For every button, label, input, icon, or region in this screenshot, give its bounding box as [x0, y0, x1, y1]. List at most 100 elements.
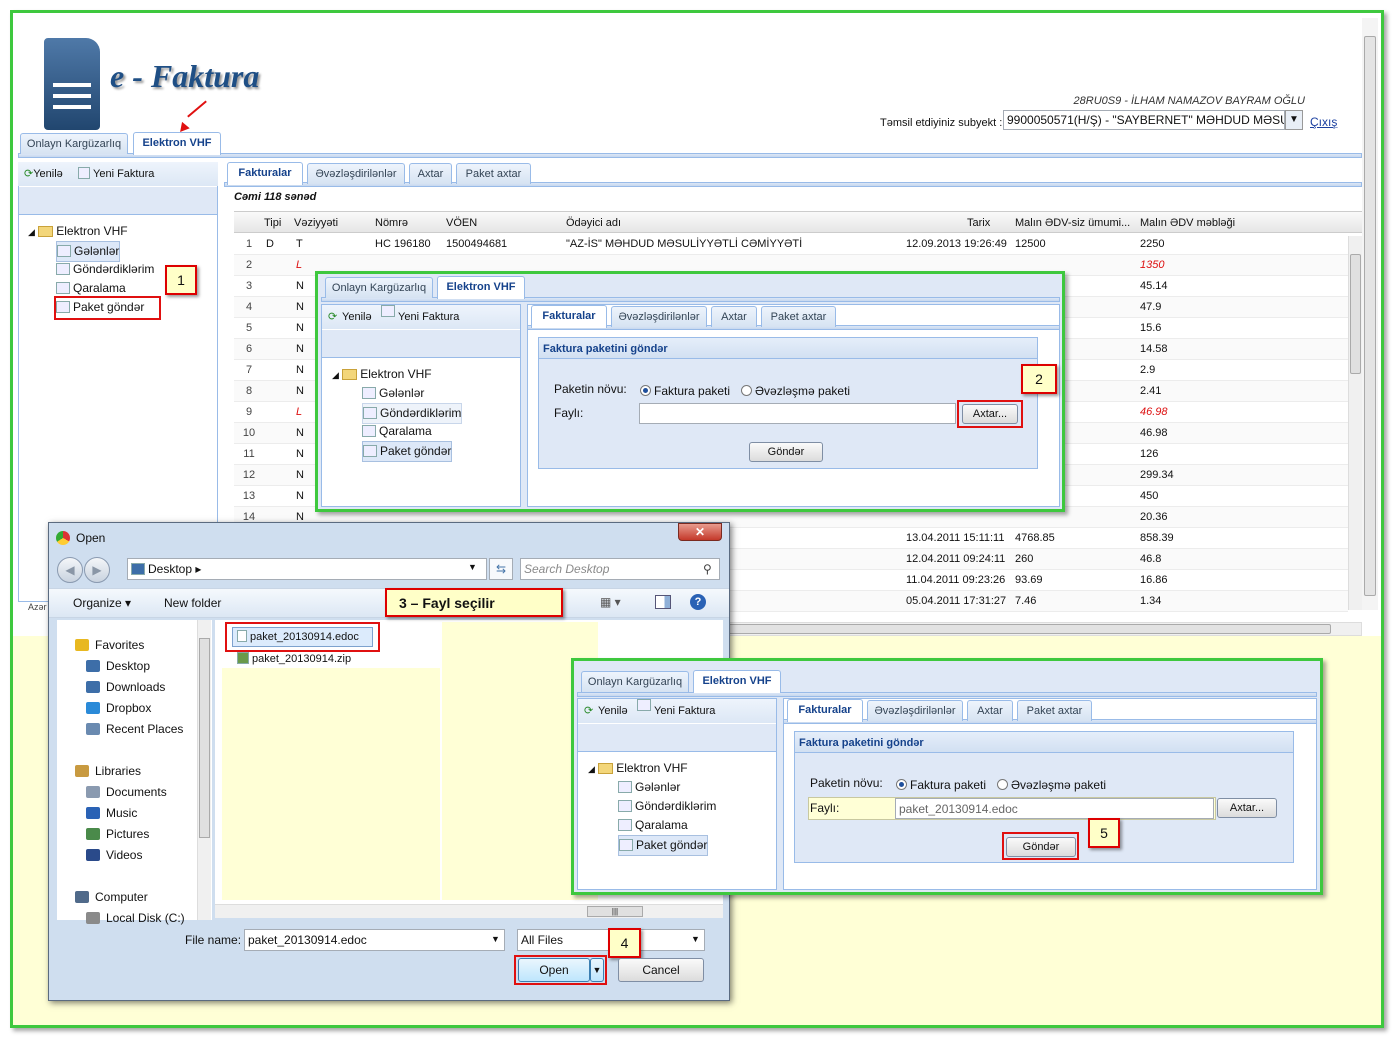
cell-vat: 46.98 — [1140, 406, 1168, 418]
col-odeyici[interactable]: Ödəyici adı — [566, 212, 621, 234]
col-voen[interactable]: VÖEN — [446, 212, 477, 234]
nav-item-music[interactable]: Music — [86, 806, 137, 820]
refresh-label: Yenilə — [33, 168, 63, 180]
forward-button[interactable]: ▶ — [84, 557, 110, 583]
tab-fakturalar[interactable]: Fakturalar — [227, 162, 303, 185]
nav-item-icon — [86, 723, 100, 735]
cell-v: N — [296, 280, 304, 292]
tab-axtar[interactable]: Axtar — [409, 163, 452, 184]
nav-item-icon — [75, 765, 89, 777]
s2-new-invoice: Yeni Faktura — [398, 311, 460, 323]
address-bar[interactable]: Desktop ▸ — [127, 558, 487, 580]
search-input[interactable]: Search Desktop — [520, 558, 720, 580]
cell-n: 7 — [245, 364, 253, 376]
cell-vat: 45.14 — [1140, 280, 1168, 292]
col-tarix[interactable]: Tarix — [967, 212, 990, 234]
s5-sent-icon — [618, 800, 632, 812]
file-hscrollbar[interactable]: ||| — [215, 904, 723, 918]
nav-item-pictures[interactable]: Pictures — [86, 827, 149, 841]
tab-paket-axtar[interactable]: Paket axtar — [456, 163, 531, 184]
cell-sum: 12500 — [1015, 238, 1046, 250]
nav-item-desktop[interactable]: Desktop — [86, 659, 150, 673]
status-fragment: Azər — [28, 602, 47, 612]
address-dropdown-icon[interactable]: ▼ — [468, 562, 477, 572]
refresh-button[interactable]: ⟳Yenilə — [24, 167, 63, 180]
sent-icon — [56, 263, 70, 275]
s2-radio-faktura: Faktura paketi — [640, 384, 730, 398]
s2-radio-evez: Əvəzləşmə paketi — [741, 384, 850, 398]
callout-1: 1 — [165, 265, 197, 295]
nav-item-favorites[interactable]: Favorites — [75, 638, 144, 652]
cell-n: 11 — [243, 448, 255, 460]
s5-new-icon — [637, 699, 651, 711]
nav-item-label: Documents — [106, 785, 167, 799]
cell-vat: 20.36 — [1140, 511, 1168, 523]
col-edv[interactable]: Malın ƏDV məbləği — [1140, 212, 1235, 234]
tree-item-qaralama[interactable]: Qaralama — [73, 281, 126, 295]
page-vscrollbar[interactable] — [1362, 18, 1378, 610]
cell-n: 9 — [245, 406, 253, 418]
cancel-button[interactable]: Cancel — [618, 958, 704, 982]
tree-collapse-icon[interactable]: ◢ — [28, 227, 35, 237]
tab-evezlesdirilenler[interactable]: Əvəzləşdirilənlər — [307, 163, 405, 184]
new-doc-icon — [78, 167, 90, 179]
col-tipi[interactable]: Tipi — [264, 212, 281, 234]
tree-item-gelenler[interactable]: Gələnlər — [74, 244, 119, 258]
dialog-close-button[interactable]: ✕ — [678, 523, 722, 541]
cell-sum: 7.46 — [1015, 595, 1037, 607]
file-name-input[interactable]: paket_20130914.edoc — [244, 929, 505, 951]
nav-item-label: Recent Places — [106, 722, 184, 736]
file-item-zip[interactable]: paket_20130914.zip — [237, 652, 351, 665]
tree-item-gonderdiklerim[interactable]: Göndərdiklərim — [73, 262, 154, 276]
nav-item-icon — [75, 639, 89, 651]
cell-tarix: 12.09.2013 19:26:49 — [906, 238, 1007, 250]
cell-vat: 14.58 — [1140, 343, 1168, 355]
logout-link[interactable]: Çıxış — [1310, 115, 1337, 129]
tab-onlayn-karguzarliq[interactable]: Onlayn Kargüzarlıq — [20, 133, 128, 154]
tab-elektron-vhf[interactable]: Elektron VHF — [133, 132, 221, 155]
col-veziyyeti[interactable]: Vəziyyəti — [294, 212, 338, 234]
refresh-nav-button[interactable]: ⇆ — [489, 558, 513, 580]
address-path: Desktop — [148, 562, 193, 576]
col-nomre[interactable]: Nömrə — [375, 212, 408, 234]
subject-dropdown-arrow[interactable]: ▼ — [1285, 110, 1303, 130]
grid-vscrollbar[interactable] — [1348, 236, 1362, 610]
tree-root[interactable]: Elektron VHF — [56, 224, 127, 238]
nav-item-computer[interactable]: Computer — [75, 890, 148, 904]
nav-item-downloads[interactable]: Downloads — [86, 680, 165, 694]
s5-left-panel: ⟳ Yenilə Yeni Faktura ◢ Elektron VHF Gəl… — [577, 698, 777, 890]
s2-tree-root: Elektron VHF — [360, 367, 432, 381]
s5-new-invoice: Yeni Faktura — [654, 705, 716, 717]
cell-n: 2 — [245, 259, 253, 271]
chrome-icon — [56, 531, 70, 545]
back-button[interactable]: ◀ — [57, 557, 83, 583]
view-icon[interactable]: ▦ ▾ — [600, 595, 621, 609]
new-invoice-button[interactable]: Yeni Faktura — [78, 167, 154, 180]
preview-pane-icon[interactable] — [655, 595, 671, 609]
organize-button[interactable]: Organize ▾ — [73, 596, 131, 610]
nav-item-local-disk-c-[interactable]: Local Disk (C:) — [86, 911, 185, 925]
file-name-dropdown-icon[interactable]: ▼ — [491, 934, 500, 944]
cell-tipi: D — [266, 238, 274, 250]
nav-item-documents[interactable]: Documents — [86, 785, 167, 799]
s2-send-button: Göndər — [749, 442, 823, 462]
subject-select[interactable]: 9900050571(H/Ş) - "SAYBERNET" MƏHDUD MƏS… — [1003, 110, 1285, 130]
cell-v: L — [296, 406, 303, 418]
cell-v: N — [296, 490, 304, 502]
col-edvsiz[interactable]: Malın ƏDV-siz ümumi... — [1015, 212, 1130, 234]
nav-item-videos[interactable]: Videos — [86, 848, 142, 862]
nav-item-dropbox[interactable]: Dropbox — [86, 701, 151, 715]
help-icon[interactable]: ? — [690, 594, 706, 610]
search-icon: ⚲ — [703, 562, 712, 576]
s2-radio-on-icon — [640, 385, 651, 396]
cell-vat: 2250 — [1140, 238, 1165, 250]
table-row[interactable]: 1 D T HC 196180 1500494681 "AZ-İS" MƏHDUD MƏS… — [234, 234, 1348, 255]
file-type-dropdown-icon[interactable]: ▼ — [691, 934, 700, 944]
nav-item-libraries[interactable]: Libraries — [75, 764, 141, 778]
organize-label: Organize — [73, 596, 122, 610]
s5-tree-qaralama: Qaralama — [635, 818, 688, 832]
new-folder-button[interactable]: New folder — [164, 596, 221, 610]
nav-item-icon — [86, 702, 100, 714]
nav-scrollbar[interactable] — [197, 620, 211, 920]
nav-item-recent-places[interactable]: Recent Places — [86, 722, 183, 736]
